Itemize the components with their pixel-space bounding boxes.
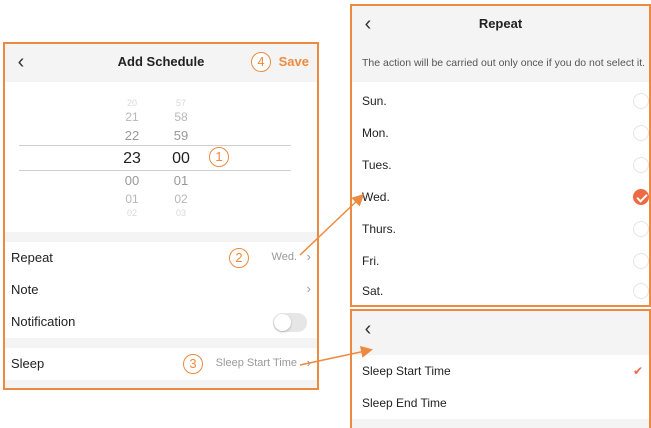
day-label: Sat. xyxy=(362,284,384,298)
note-label: Note xyxy=(11,282,39,297)
checkmark-icon: ✔ xyxy=(632,364,643,378)
radio-unchecked-icon[interactable] xyxy=(633,283,649,299)
callout-marker-1: 1 xyxy=(209,147,229,167)
day-label: Fri. xyxy=(362,254,380,268)
hour-option[interactable]: 21 xyxy=(112,110,152,124)
repeat-value: Wed. xyxy=(271,251,297,263)
option-label: Sleep Start Time xyxy=(362,364,451,378)
radio-unchecked-icon[interactable] xyxy=(633,253,649,269)
day-row-wed[interactable]: Wed. xyxy=(352,182,649,214)
notification-row: Notification xyxy=(5,306,317,338)
chevron-right-icon: › xyxy=(306,355,311,370)
minute-option[interactable]: 02 xyxy=(161,192,201,206)
day-row-thurs[interactable]: Thurs. xyxy=(352,214,649,246)
callout-marker-3: 3 xyxy=(183,354,203,374)
radio-unchecked-icon[interactable] xyxy=(633,93,649,109)
radio-unchecked-icon[interactable] xyxy=(633,221,649,237)
day-row-mon[interactable]: Mon. xyxy=(352,118,649,150)
add-schedule-panel: ‹ Add Schedule 4 Save 20 21 22 23 00 01 … xyxy=(3,42,319,390)
hour-option[interactable]: 22 xyxy=(112,128,152,143)
minute-option[interactable]: 57 xyxy=(161,98,201,108)
minute-selected[interactable]: 00 xyxy=(161,150,201,168)
radio-unchecked-icon[interactable] xyxy=(633,157,649,173)
section-divider xyxy=(5,338,317,348)
day-label: Sun. xyxy=(362,94,387,108)
repeat-row[interactable]: Repeat 2 Wed. › xyxy=(5,242,317,274)
minute-option[interactable]: 58 xyxy=(161,110,201,124)
option-label: Sleep End Time xyxy=(362,396,447,410)
selection-divider-top xyxy=(19,145,291,146)
back-chevron-icon[interactable]: ‹ xyxy=(358,317,378,341)
chevron-right-icon: › xyxy=(306,281,311,296)
day-label: Tues. xyxy=(362,158,392,172)
day-label: Wed. xyxy=(362,190,390,204)
sleep-end-row[interactable]: Sleep End Time xyxy=(352,387,649,419)
day-label: Thurs. xyxy=(362,222,397,236)
day-row-fri[interactable]: Fri. xyxy=(352,246,649,278)
notification-label: Notification xyxy=(11,314,76,329)
header: ‹ Repeat xyxy=(352,6,649,44)
note-row[interactable]: Note › xyxy=(5,274,317,306)
sleep-option-panel: ‹ Sleep Start Time ✔ Sleep End Time xyxy=(350,309,651,428)
bottom-padding xyxy=(352,419,649,428)
sleep-row[interactable]: Sleep 3 Sleep Start Time › xyxy=(5,348,317,380)
repeat-label: Repeat xyxy=(11,250,53,265)
hour-option[interactable]: 20 xyxy=(112,98,152,108)
description-text: The action will be carried out only once… xyxy=(362,57,646,69)
radio-checked-icon[interactable] xyxy=(633,189,649,205)
sleep-value: Sleep Start Time xyxy=(215,357,297,369)
toggle-knob xyxy=(274,314,291,331)
page-title: Repeat xyxy=(478,16,523,31)
selection-divider-bottom xyxy=(19,170,291,171)
sleep-label: Sleep xyxy=(11,356,45,371)
section-divider xyxy=(5,232,317,242)
save-button[interactable]: Save xyxy=(279,54,309,69)
repeat-description: The action will be carried out only once… xyxy=(352,44,649,82)
notification-toggle[interactable] xyxy=(273,313,307,332)
radio-unchecked-icon[interactable] xyxy=(633,125,649,141)
day-row-sat[interactable]: Sat. xyxy=(352,276,649,305)
callout-marker-2: 2 xyxy=(229,248,249,268)
hour-option[interactable]: 00 xyxy=(112,173,152,188)
day-label: Mon. xyxy=(362,126,389,140)
day-row-sun[interactable]: Sun. xyxy=(352,86,649,118)
sleep-start-row[interactable]: Sleep Start Time ✔ xyxy=(352,355,649,387)
hour-selected[interactable]: 23 xyxy=(112,150,152,168)
minute-option[interactable]: 59 xyxy=(161,128,201,143)
callout-marker-4: 4 xyxy=(251,52,271,72)
header: ‹ Add Schedule 4 Save xyxy=(5,44,317,82)
repeat-panel: ‹ Repeat The action will be carried out … xyxy=(350,4,651,307)
minute-option[interactable]: 01 xyxy=(161,173,201,188)
hour-option[interactable]: 02 xyxy=(112,208,152,218)
chevron-right-icon: › xyxy=(306,249,311,264)
day-row-tues[interactable]: Tues. xyxy=(352,150,649,182)
bottom-padding xyxy=(5,380,317,388)
hour-option[interactable]: 01 xyxy=(112,192,152,206)
header: ‹ xyxy=(352,311,649,355)
minute-option[interactable]: 03 xyxy=(161,208,201,218)
